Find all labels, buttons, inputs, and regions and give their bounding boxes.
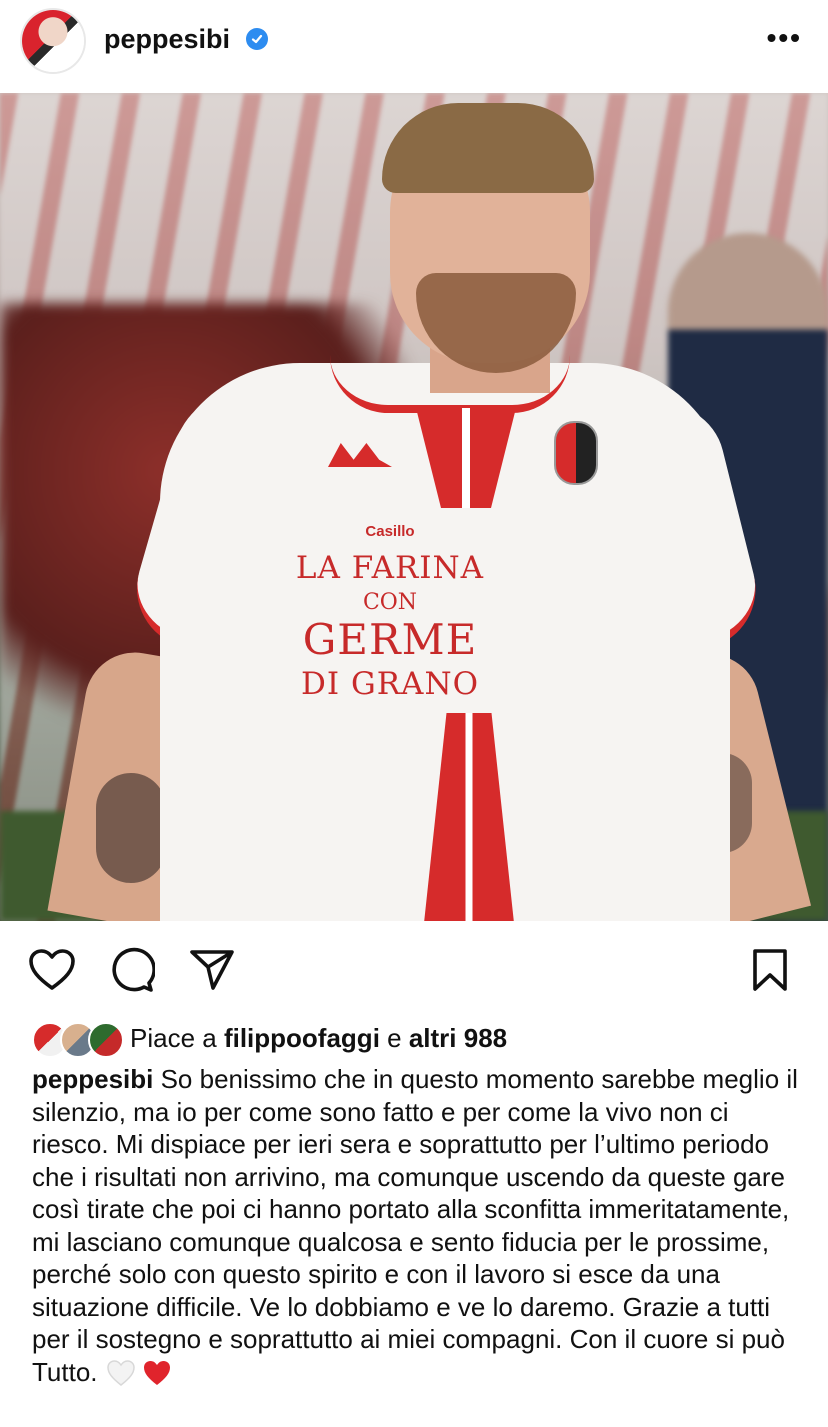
post-photo[interactable]: Casillo LA FARINA CON GERME DI GRANO [0,93,828,921]
caption-text: So benissimo che in questo momento sareb… [32,1064,798,1387]
likes-prefix: Piace a [130,1022,224,1053]
verified-badge-icon [246,28,268,50]
likes-row[interactable]: Piace a filippoofaggi e altri 988 [32,1018,507,1058]
photo-player [47,93,812,921]
shirt-sponsor: Casillo LA FARINA CON GERME DI GRANO [200,523,580,702]
white-heart-icon [106,1359,136,1387]
send-icon[interactable] [186,944,238,996]
sponsor-line-1: LA FARINA [295,550,485,586]
profile-avatar[interactable] [22,10,84,72]
heart-icon[interactable] [26,944,78,996]
shirt-collar [330,355,570,413]
red-heart-icon [142,1359,172,1387]
sponsor-line-3: GERME [302,615,478,664]
sponsor-line-2: CON [362,590,418,615]
bookmark-icon[interactable] [744,944,796,996]
liker-avatars [32,1020,126,1058]
liker-avatar [88,1022,124,1058]
post-header: peppesibi ••• [0,0,828,92]
sponsor-line-4: DI GRANO [301,666,479,702]
club-crest-icon [554,421,598,485]
liker-username[interactable]: filippoofaggi [224,1023,380,1053]
profile-username[interactable]: peppesibi [104,24,230,55]
caption-username[interactable]: peppesibi [32,1064,153,1094]
player-hair [382,103,594,193]
sponsor-brand: Casillo [365,523,415,540]
comment-icon[interactable] [106,944,158,996]
post-caption: peppesibi So benissimo che in questo mom… [32,1063,802,1388]
likes-others-count[interactable]: altri 988 [409,1023,507,1053]
post-actions [0,922,828,1016]
player-tattoo-left [96,773,166,883]
likes-summary: Piace a filippoofaggi e altri 988 [130,1023,507,1054]
more-options-icon[interactable]: ••• [767,22,802,54]
likes-middle: e [379,1022,409,1053]
